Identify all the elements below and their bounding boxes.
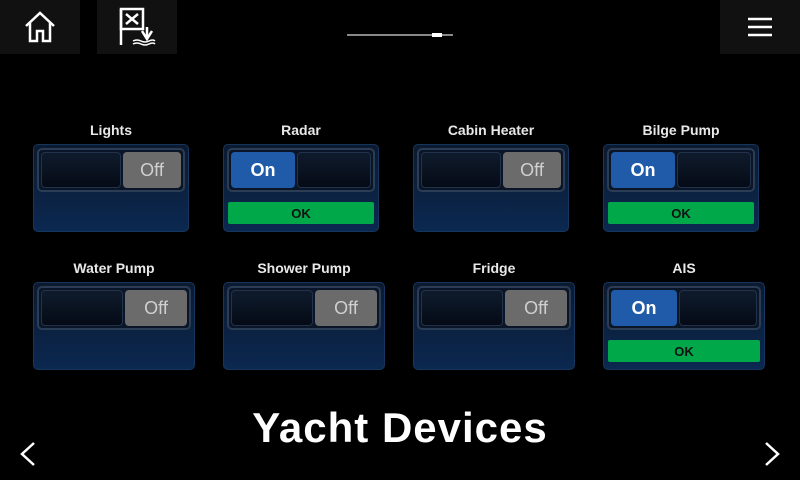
next-page-button[interactable] [760, 440, 784, 473]
switch-card-fridge: Fridge Off [413, 260, 575, 370]
switch-card-radar: Radar On OK [223, 122, 379, 232]
toggle-knob [231, 290, 313, 326]
toggle-state-on: On [611, 152, 675, 188]
switch-card-bilge-pump: Bilge Pump On OK [603, 122, 759, 232]
toggle-lights[interactable]: Off [37, 148, 185, 192]
switch-panel: Off [223, 282, 385, 370]
toggle-radar[interactable]: On [227, 148, 375, 192]
toggle-knob [679, 290, 757, 326]
toggle-state-off: Off [503, 152, 561, 188]
flag-button[interactable] [97, 0, 177, 54]
toggle-state-off: Off [125, 290, 187, 326]
toggle-knob [41, 290, 123, 326]
switch-label: Fridge [472, 260, 516, 276]
switch-card-lights: Lights Off [33, 122, 189, 232]
toggle-shower-pump[interactable]: Off [227, 286, 381, 330]
toggle-knob [297, 152, 371, 188]
anchor-flag-icon [119, 7, 156, 46]
status-badge: OK [608, 202, 754, 224]
toggle-bilge-pump[interactable]: On [607, 148, 755, 192]
switch-panel: Off [33, 144, 189, 232]
toggle-knob [41, 152, 121, 188]
toggle-state-on: On [231, 152, 295, 188]
switch-label: Shower Pump [257, 260, 351, 276]
toggle-state-off: Off [315, 290, 377, 326]
status-badge: OK [228, 202, 374, 224]
toggle-knob [677, 152, 751, 188]
toggle-state-off: Off [505, 290, 567, 326]
switch-card-cabin-heater: Cabin Heater Off [413, 122, 569, 232]
home-icon [25, 11, 55, 43]
switch-label: Bilge Pump [642, 122, 720, 138]
switch-label: Lights [90, 122, 132, 138]
previous-page-button[interactable] [16, 440, 40, 473]
switch-label: Water Pump [73, 260, 155, 276]
switch-label: AIS [672, 260, 696, 276]
switch-panel: Off [413, 282, 575, 370]
switch-card-ais: AIS On OK [603, 260, 765, 370]
switch-panel: On OK [603, 282, 765, 370]
toggle-cabin-heater[interactable]: Off [417, 148, 565, 192]
toggle-water-pump[interactable]: Off [37, 286, 191, 330]
switch-panel: Off [33, 282, 195, 370]
switch-card-shower-pump: Shower Pump Off [223, 260, 385, 370]
home-button[interactable] [0, 0, 80, 54]
page-indicator [347, 33, 453, 37]
toggle-ais[interactable]: On [607, 286, 761, 330]
switch-panel: Off [413, 144, 569, 232]
toggle-knob [421, 152, 501, 188]
switch-panel: On OK [223, 144, 379, 232]
switch-label: Radar [281, 122, 321, 138]
toggle-knob [421, 290, 503, 326]
toggle-fridge[interactable]: Off [417, 286, 571, 330]
status-badge: OK [608, 340, 760, 362]
switch-panel: On OK [603, 144, 759, 232]
brand-logo-text: Yacht Devices [252, 404, 548, 451]
switch-card-water-pump: Water Pump Off [33, 260, 195, 370]
menu-button[interactable] [720, 0, 800, 54]
hamburger-menu-icon [748, 17, 772, 37]
page-indicator-current [432, 33, 442, 37]
switch-label: Cabin Heater [447, 122, 535, 138]
toggle-state-off: Off [123, 152, 181, 188]
chevron-left-icon [20, 442, 35, 466]
chevron-right-icon [765, 442, 780, 466]
toggle-state-on: On [611, 290, 677, 326]
